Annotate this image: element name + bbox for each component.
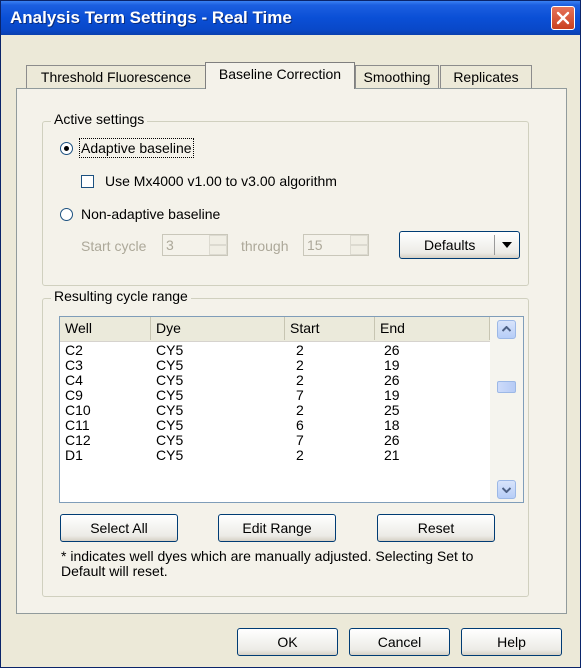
through-cycle-value: 15 xyxy=(307,237,323,253)
scroll-down-button[interactable] xyxy=(497,480,516,499)
cell-start: 2 xyxy=(296,342,304,358)
cell-end: 25 xyxy=(384,402,400,418)
manual-adjust-note: * indicates well dyes which are manually… xyxy=(61,548,474,579)
close-button[interactable] xyxy=(551,6,575,30)
through-label: through xyxy=(241,238,289,254)
select-all-button[interactable]: Select All xyxy=(60,514,178,542)
cycle-range-table[interactable]: Well Dye Start End C2 CY5 2 26 C3 CY5 2 … xyxy=(59,316,524,503)
cell-well: C11 xyxy=(65,417,90,433)
table-row[interactable]: C10 CY5 2 25 xyxy=(60,403,490,418)
cell-start: 2 xyxy=(296,447,304,463)
start-cycle-spinner[interactable]: 3 xyxy=(162,234,228,256)
cell-dye: CY5 xyxy=(156,372,184,388)
cell-start: 7 xyxy=(296,387,304,403)
table-row[interactable]: C11 CY5 6 18 xyxy=(60,418,490,433)
edit-range-button[interactable]: Edit Range xyxy=(218,514,336,542)
column-header-end[interactable]: End xyxy=(375,317,490,340)
cell-dye: CY5 xyxy=(156,357,184,373)
reset-button[interactable]: Reset xyxy=(377,514,495,542)
cell-end: 19 xyxy=(384,387,400,403)
cell-start: 7 xyxy=(296,432,304,448)
start-cycle-value: 3 xyxy=(166,237,174,253)
tab-baseline-correction[interactable]: Baseline Correction xyxy=(205,62,355,89)
cell-well: C4 xyxy=(65,372,83,388)
cell-well: C12 xyxy=(65,432,91,448)
active-settings-label: Active settings xyxy=(51,111,148,127)
cell-end: 18 xyxy=(384,417,400,433)
cell-dye: CY5 xyxy=(156,402,184,418)
chevron-up-icon xyxy=(502,326,511,332)
cell-well: C3 xyxy=(65,357,83,373)
spin-down-icon[interactable] xyxy=(350,245,368,255)
table-header: Well Dye Start End xyxy=(60,317,490,342)
non-adaptive-baseline-label[interactable]: Non-adaptive baseline xyxy=(81,206,220,222)
cell-dye: CY5 xyxy=(156,342,184,358)
cell-well: C9 xyxy=(65,387,83,403)
chevron-down-icon xyxy=(502,487,511,493)
cell-well: C2 xyxy=(65,342,83,358)
adaptive-baseline-label[interactable]: Adaptive baseline xyxy=(79,138,194,158)
adaptive-baseline-radio[interactable] xyxy=(60,142,73,155)
resulting-cycle-range-label: Resulting cycle range xyxy=(51,288,191,304)
ok-button[interactable]: OK xyxy=(237,628,338,656)
split-divider xyxy=(494,235,495,255)
cell-well: C10 xyxy=(65,402,91,418)
close-icon xyxy=(556,11,570,25)
mx4000-algorithm-label[interactable]: Use Mx4000 v1.00 to v3.00 algorithm xyxy=(105,173,337,189)
analysis-term-settings-dialog: Analysis Term Settings - Real Time Thres… xyxy=(0,0,581,668)
table-row[interactable]: C9 CY5 7 19 xyxy=(60,388,490,403)
column-header-start[interactable]: Start xyxy=(285,317,375,340)
tab-smoothing[interactable]: Smoothing xyxy=(355,65,439,89)
table-row[interactable]: C3 CY5 2 19 xyxy=(60,358,490,373)
cell-start: 2 xyxy=(296,372,304,388)
cancel-button[interactable]: Cancel xyxy=(349,628,450,656)
cell-end: 26 xyxy=(384,342,400,358)
cell-end: 21 xyxy=(384,447,400,463)
spin-up-icon[interactable] xyxy=(209,235,227,245)
cell-dye: CY5 xyxy=(156,387,184,403)
column-header-well[interactable]: Well xyxy=(60,317,151,340)
non-adaptive-baseline-radio[interactable] xyxy=(60,208,73,221)
cell-dye: CY5 xyxy=(156,417,184,433)
window-title: Analysis Term Settings - Real Time xyxy=(10,8,292,27)
through-cycle-spinner[interactable]: 15 xyxy=(303,234,369,256)
scroll-thumb[interactable] xyxy=(497,381,516,393)
table-row[interactable]: D1 CY5 2 21 xyxy=(60,448,490,463)
cell-dye: CY5 xyxy=(156,432,184,448)
spin-down-icon[interactable] xyxy=(209,245,227,255)
tab-threshold-fluorescence[interactable]: Threshold Fluorescence xyxy=(26,65,206,89)
defaults-button[interactable]: Defaults xyxy=(399,231,520,259)
cell-dye: CY5 xyxy=(156,447,184,463)
chevron-down-icon[interactable] xyxy=(502,242,512,249)
tab-replicates[interactable]: Replicates xyxy=(440,65,532,89)
cell-start: 6 xyxy=(296,417,304,433)
defaults-button-label: Defaults xyxy=(424,237,476,253)
help-button[interactable]: Help xyxy=(461,628,562,656)
scroll-up-button[interactable] xyxy=(497,320,516,339)
table-row[interactable]: C4 CY5 2 26 xyxy=(60,373,490,388)
spin-up-icon[interactable] xyxy=(350,235,368,245)
cell-start: 2 xyxy=(296,402,304,418)
mx4000-algorithm-checkbox[interactable] xyxy=(81,175,94,188)
start-cycle-label: Start cycle xyxy=(81,238,147,254)
cell-start: 2 xyxy=(296,357,304,373)
table-row[interactable]: C2 CY5 2 26 xyxy=(60,343,490,358)
column-header-dye[interactable]: Dye xyxy=(151,317,285,340)
table-row[interactable]: C12 CY5 7 26 xyxy=(60,433,490,448)
cell-end: 26 xyxy=(384,372,400,388)
cell-well: D1 xyxy=(65,447,83,463)
cell-end: 19 xyxy=(384,357,400,373)
vertical-scrollbar[interactable] xyxy=(490,317,523,502)
title-bar[interactable]: Analysis Term Settings - Real Time xyxy=(1,1,580,35)
cell-end: 26 xyxy=(384,432,400,448)
